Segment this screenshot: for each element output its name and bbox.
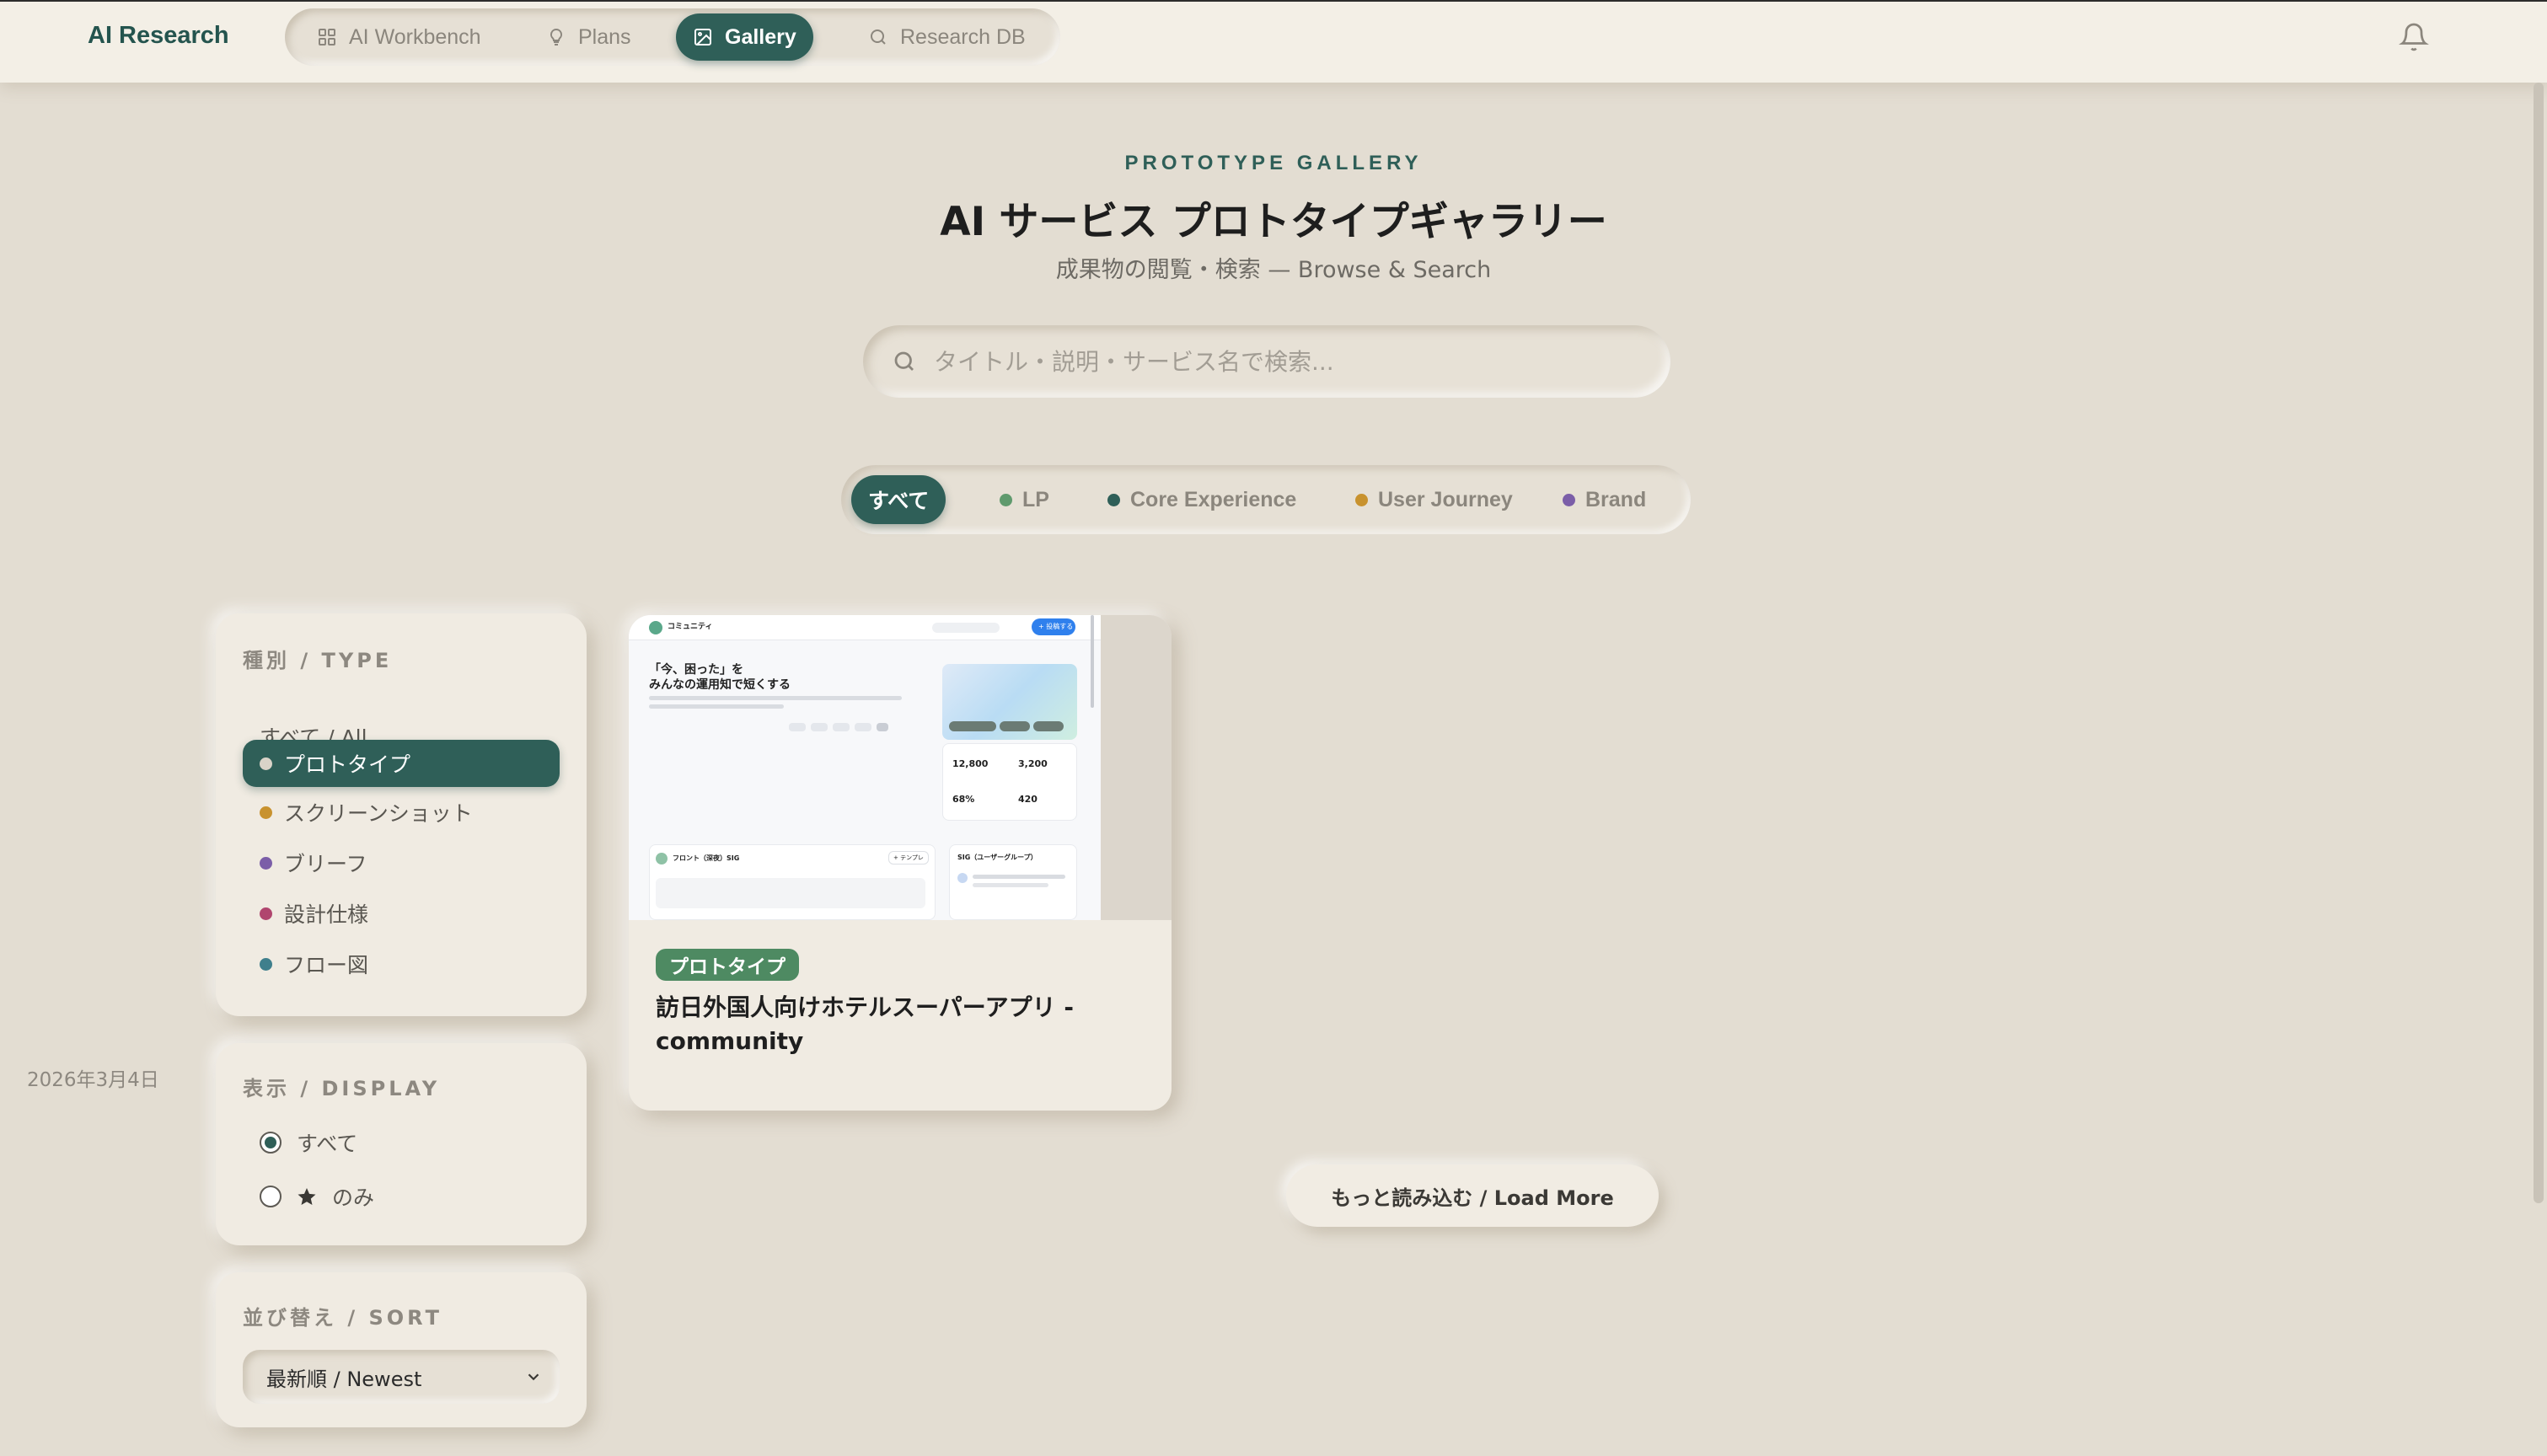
type-item-design-spec[interactable]: 設計仕様 bbox=[243, 890, 560, 937]
preview-chip: + テンプレ bbox=[893, 854, 924, 861]
type-dot bbox=[260, 856, 272, 870]
preview-panel-right: SIG（ユーザーグループ） bbox=[957, 854, 1038, 861]
image-icon bbox=[694, 29, 711, 46]
type-item-flow-diagram[interactable]: フロー図 bbox=[243, 940, 560, 988]
brand-logo[interactable]: AI Research bbox=[88, 22, 229, 50]
type-label: プロトタイプ bbox=[284, 752, 411, 777]
search-input[interactable] bbox=[934, 347, 1625, 376]
preview-stat: 68% bbox=[952, 794, 975, 805]
card-title: 訪日外国人向けホテルスーパーアプリ - community bbox=[656, 993, 1074, 1055]
nav-label: Plans bbox=[578, 24, 631, 49]
chip-label: User Journey bbox=[1378, 487, 1513, 511]
type-filter-panel: 種別 / TYPE すべて / All プロトタイプ スクリーンショット ブリー… bbox=[216, 613, 587, 1016]
type-item-prototype[interactable]: プロトタイプ bbox=[243, 740, 560, 787]
preview-heading-2: みんなの運用知で短くする bbox=[649, 678, 791, 692]
prototype-preview: コミュニティ + 投稿する 「今、困った」を みんなの運用知で短くする 12,8… bbox=[629, 615, 1101, 920]
display-option-starred[interactable]: のみ bbox=[260, 1181, 374, 1212]
category-chip-core-experience[interactable]: Core Experience bbox=[1091, 475, 1313, 524]
category-chip-brand[interactable]: Brand bbox=[1546, 475, 1663, 524]
card-date: 2026年3月4日 bbox=[27, 1069, 159, 1091]
type-label: フロー図 bbox=[284, 953, 369, 977]
category-dot bbox=[1107, 493, 1120, 506]
category-dot bbox=[1563, 493, 1575, 506]
bell-icon[interactable] bbox=[2399, 20, 2429, 54]
preview-stat: 3,200 bbox=[1018, 758, 1048, 769]
nav-item-plans[interactable]: Plans bbox=[529, 13, 648, 61]
category-chip-lp[interactable]: LP bbox=[983, 475, 1066, 524]
sort-title: 並び替え / SORT bbox=[243, 1306, 442, 1330]
preview-logo: コミュニティ bbox=[668, 623, 713, 631]
radio-button[interactable] bbox=[260, 1132, 282, 1154]
category-dot bbox=[1355, 493, 1368, 506]
nav-item-gallery[interactable]: Gallery bbox=[676, 13, 813, 61]
nav-label: AI Workbench bbox=[349, 24, 481, 49]
chip-label: LP bbox=[1022, 487, 1049, 511]
radio-label: のみ bbox=[332, 1186, 375, 1210]
category-filter: すべて LP Core Experience User Journey Bran… bbox=[841, 465, 1691, 534]
type-dot bbox=[260, 907, 272, 920]
load-more-button[interactable]: もっと読み込む / Load More bbox=[1286, 1164, 1659, 1227]
category-dot bbox=[1000, 493, 1012, 506]
lightbulb-icon bbox=[550, 28, 563, 46]
card-type-badge: プロトタイプ bbox=[656, 949, 799, 981]
preview-panel-left: フロント（深夜）SIG bbox=[673, 854, 740, 862]
radio-button[interactable] bbox=[260, 1186, 282, 1207]
search-icon bbox=[894, 351, 914, 371]
chip-label: Brand bbox=[1585, 487, 1647, 511]
nav-item-ai-workbench[interactable]: AI Workbench bbox=[300, 13, 498, 61]
page-title: AI サービス プロトタイプギャラリー bbox=[940, 199, 1607, 245]
display-filter-title: 表示 / DISPLAY bbox=[243, 1077, 441, 1100]
radio-label: すべて bbox=[297, 1132, 358, 1156]
type-dot bbox=[260, 957, 272, 971]
gallery-card[interactable]: コミュニティ + 投稿する 「今、困った」を みんなの運用知で短くする 12,8… bbox=[629, 615, 1172, 1111]
nav-label: Gallery bbox=[725, 24, 796, 49]
page-eyebrow: PROTOTYPE GALLERY bbox=[1124, 152, 1423, 174]
type-item-brief[interactable]: ブリーフ bbox=[243, 839, 560, 886]
display-option-all[interactable]: すべて bbox=[260, 1127, 357, 1158]
search-bar bbox=[863, 325, 1670, 398]
type-dot bbox=[260, 757, 272, 770]
star-icon bbox=[298, 1188, 316, 1205]
category-chip-user-journey[interactable]: User Journey bbox=[1338, 475, 1530, 524]
chevron-down-icon bbox=[528, 1373, 539, 1381]
type-dot bbox=[260, 806, 272, 819]
preview-cta: + 投稿する bbox=[1038, 623, 1074, 630]
sort-panel: 並び替え / SORT 最新順 / Newest bbox=[216, 1272, 587, 1427]
nav-item-research-db[interactable]: Research DB bbox=[851, 13, 1043, 61]
chip-label: Core Experience bbox=[1130, 487, 1297, 511]
preview-stat: 420 bbox=[1018, 794, 1038, 805]
top-navigation-bar: AI Research AI Workbench Plans Gallery R… bbox=[0, 0, 2547, 83]
display-filter-panel: 表示 / DISPLAY すべて のみ bbox=[216, 1043, 587, 1245]
type-label: 設計仕様 bbox=[284, 902, 369, 927]
preview-heading-1: 「今、困った」を bbox=[649, 663, 743, 677]
card-thumbnail: コミュニティ + 投稿する 「今、困った」を みんなの運用知で短くする 12,8… bbox=[629, 615, 1172, 920]
page-subtitle: 成果物の閲覧・検索 — Browse & Search bbox=[1055, 257, 1492, 283]
category-chip-all[interactable]: すべて bbox=[851, 475, 946, 524]
type-filter-title: 種別 / TYPE bbox=[243, 649, 393, 672]
sort-selected-value: 最新順 / Newest bbox=[266, 1367, 422, 1391]
grid-icon bbox=[319, 29, 335, 46]
preview-stat: 12,800 bbox=[952, 758, 989, 769]
chip-label: すべて bbox=[868, 489, 930, 513]
search-icon bbox=[871, 29, 886, 45]
sort-select[interactable]: 最新順 / Newest bbox=[243, 1350, 560, 1404]
type-label: スクリーンショット bbox=[284, 801, 473, 826]
type-item-screenshot[interactable]: スクリーンショット bbox=[243, 789, 560, 836]
page-scrollbar[interactable] bbox=[2534, 83, 2544, 1203]
nav-label: Research DB bbox=[900, 24, 1026, 49]
main-nav: AI Workbench Plans Gallery Research DB bbox=[285, 8, 1060, 66]
type-label: ブリーフ bbox=[284, 852, 367, 876]
